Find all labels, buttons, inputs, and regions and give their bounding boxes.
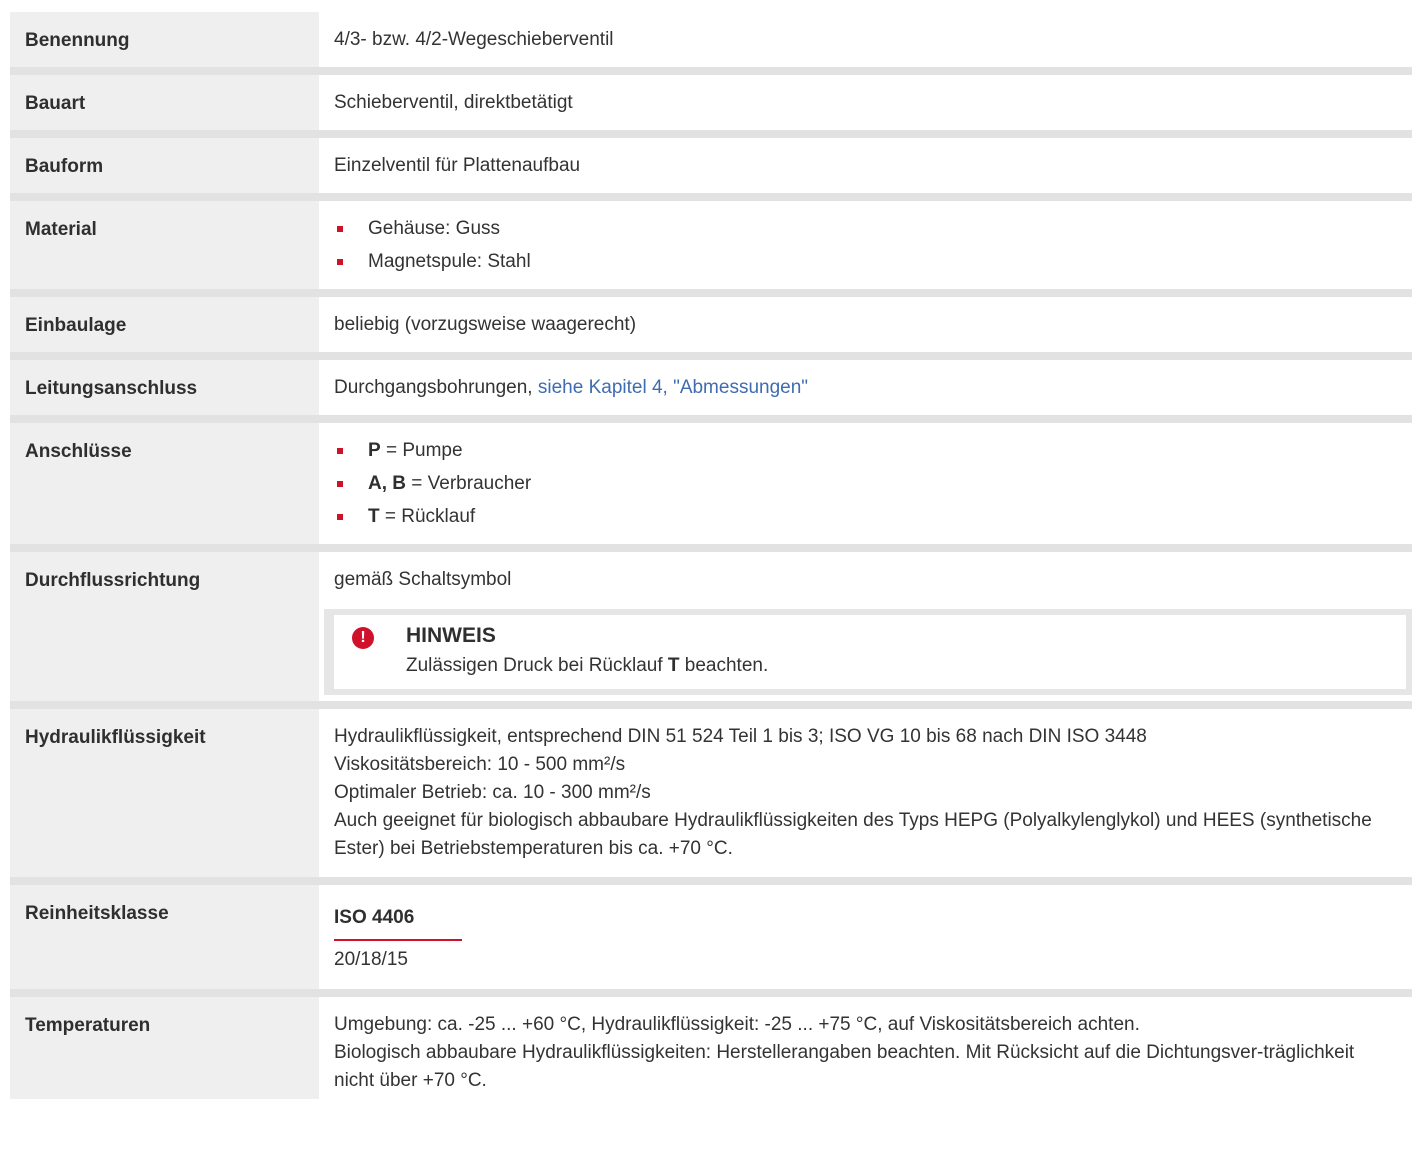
notice-text-before: Zulässigen Druck bei Rücklauf xyxy=(406,655,668,676)
list-item: Magnetspule: Stahl xyxy=(334,245,1392,278)
value-material: Gehäuse: Guss Magnetspule: Stahl xyxy=(319,201,1412,289)
hydraulik-line: Auch geeignet für biologisch abbaubare H… xyxy=(334,810,1372,859)
row-bauart: Bauart Schieberventil, direktbetätigt xyxy=(10,75,1412,138)
abmessungen-link[interactable]: siehe Kapitel 4, "Abmessungen" xyxy=(538,377,808,398)
list-item: Gehäuse: Guss xyxy=(334,212,1392,245)
label-bauart: Bauart xyxy=(10,75,319,130)
material-item-text: Magnetspule: Stahl xyxy=(368,251,531,272)
row-temperaturen: Temperaturen Umgebung: ca. -25 ... +60 °… xyxy=(10,997,1412,1099)
value-einbaulage: beliebig (vorzugsweise waagerecht) xyxy=(334,314,637,335)
label-einbaulage: Einbaulage xyxy=(10,297,319,352)
port-key: A, B xyxy=(368,473,406,494)
bullet-icon xyxy=(337,259,343,265)
durchflussrichtung-text: gemäß Schaltsymbol xyxy=(334,569,512,590)
notice-content: ! HINWEIS Zulässigen Druck bei Rücklauf … xyxy=(334,615,1406,689)
reinheit-table-value: 20/18/15 xyxy=(334,949,408,970)
hydraulik-line: Viskositätsbereich: 10 - 500 mm²/s xyxy=(334,754,626,775)
value-hydraulikfluessigkeit: Hydraulikflüssigkeit, entsprechend DIN 5… xyxy=(319,709,1412,877)
anschluesse-list: P = Pumpe A, B = Verbraucher T = Rücklau… xyxy=(334,434,1392,533)
label-anschluesse: Anschlüsse xyxy=(10,423,319,544)
port-key: P xyxy=(368,440,381,461)
port-key: T xyxy=(368,506,380,527)
value-reinheitsklasse: ISO 4406 20/18/15 xyxy=(319,885,1412,989)
material-item-text: Gehäuse: Guss xyxy=(368,218,501,239)
label-reinheitsklasse: Reinheitsklasse xyxy=(10,885,319,989)
label-bauform: Bauform xyxy=(10,138,319,193)
row-leitungsanschluss: Leitungsanschluss Durchgangsbohrungen, s… xyxy=(10,360,1412,423)
label-leitungsanschluss: Leitungsanschluss xyxy=(10,360,319,415)
value-benennung: 4/3- bzw. 4/2-Wegeschieberventil xyxy=(334,29,614,50)
value-bauart: Schieberventil, direktbetätigt xyxy=(334,92,573,113)
row-benennung: Benennung 4/3- bzw. 4/2-Wegeschiebervent… xyxy=(10,12,1412,75)
row-reinheitsklasse: Reinheitsklasse ISO 4406 20/18/15 xyxy=(10,885,1412,997)
reinheit-table-head: ISO 4406 xyxy=(334,897,462,941)
port-text: = Verbraucher xyxy=(406,473,532,494)
list-item: T = Rücklauf xyxy=(334,500,1392,533)
value-temperaturen: Umgebung: ca. -25 ... +60 °C, Hydraulikf… xyxy=(319,997,1412,1099)
notice-text: Zulässigen Druck bei Rücklauf T beachten… xyxy=(406,651,1396,681)
temperatur-line: Biologisch abbaubare Hydraulikflüssigkei… xyxy=(334,1042,1355,1091)
bullet-icon xyxy=(337,226,343,232)
hydraulik-line: Hydraulikflüssigkeit, entsprechend DIN 5… xyxy=(334,726,1147,747)
spec-table: Benennung 4/3- bzw. 4/2-Wegeschiebervent… xyxy=(10,12,1412,1099)
leitungsanschluss-text: Durchgangsbohrungen, xyxy=(334,377,538,398)
row-bauform: Bauform Einzelventil für Plattenaufbau xyxy=(10,138,1412,201)
label-durchflussrichtung: Durchflussrichtung xyxy=(10,552,319,701)
row-anschluesse: Anschlüsse P = Pumpe A, B = Verbraucher … xyxy=(10,423,1412,552)
notice-text-bold: T xyxy=(667,655,680,676)
row-einbaulage: Einbaulage beliebig (vorzugsweise waager… xyxy=(10,297,1412,360)
notice-box: ! HINWEIS Zulässigen Druck bei Rücklauf … xyxy=(324,609,1412,695)
label-temperaturen: Temperaturen xyxy=(10,997,319,1099)
value-leitungsanschluss: Durchgangsbohrungen, siehe Kapitel 4, "A… xyxy=(319,360,1412,415)
row-hydraulikfluessigkeit: Hydraulikflüssigkeit Hydraulikflüssigkei… xyxy=(10,709,1412,885)
exclamation-icon: ! xyxy=(352,627,374,649)
label-material: Material xyxy=(10,201,319,289)
row-durchflussrichtung: Durchflussrichtung gemäß Schaltsymbol ! … xyxy=(10,552,1412,709)
list-item: P = Pumpe xyxy=(334,434,1392,467)
material-list: Gehäuse: Guss Magnetspule: Stahl xyxy=(334,212,1392,278)
temperatur-line: Umgebung: ca. -25 ... +60 °C, Hydraulikf… xyxy=(334,1014,1140,1035)
value-bauform: Einzelventil für Plattenaufbau xyxy=(334,155,581,176)
bullet-icon xyxy=(337,514,343,520)
row-material: Material Gehäuse: Guss Magnetspule: Stah… xyxy=(10,201,1412,297)
bullet-icon xyxy=(337,481,343,487)
label-benennung: Benennung xyxy=(10,12,319,67)
list-item: A, B = Verbraucher xyxy=(334,467,1392,500)
notice-text-after: beachten. xyxy=(679,655,769,676)
value-anschluesse: P = Pumpe A, B = Verbraucher T = Rücklau… xyxy=(319,423,1412,544)
bullet-icon xyxy=(337,448,343,454)
value-durchflussrichtung: gemäß Schaltsymbol ! HINWEIS Zulässigen … xyxy=(319,552,1412,701)
port-text: = Pumpe xyxy=(380,440,463,461)
port-text: = Rücklauf xyxy=(379,506,476,527)
label-hydraulikfluessigkeit: Hydraulikflüssigkeit xyxy=(10,709,319,877)
hydraulik-line: Optimaler Betrieb: ca. 10 - 300 mm²/s xyxy=(334,782,651,803)
notice-title: HINWEIS xyxy=(406,624,496,647)
